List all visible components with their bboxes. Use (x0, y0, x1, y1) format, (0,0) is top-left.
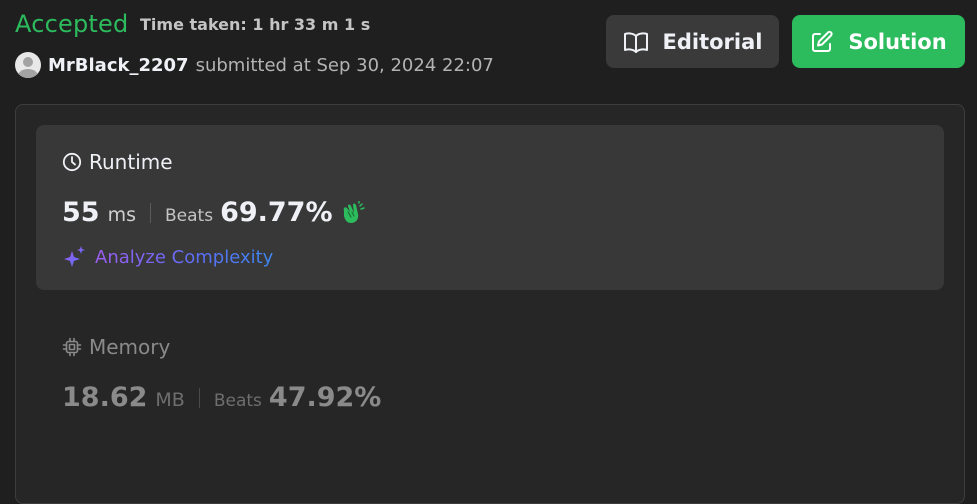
username-link[interactable]: MrBlack_2207 (48, 55, 189, 76)
memory-title-label: Memory (89, 335, 171, 359)
runtime-beats-label: Beats (165, 206, 214, 226)
submitted-time: submitted at Sep 30, 2024 22:07 (195, 54, 494, 76)
chip-icon (62, 337, 82, 357)
avatar[interactable] (15, 52, 41, 78)
edit-icon (812, 30, 833, 52)
memory-unit: MB (155, 389, 185, 411)
clapping-hands-icon (343, 200, 365, 223)
analyze-complexity-link[interactable]: Analyze Complexity (62, 245, 273, 269)
submission-info: MrBlack_2207 submitted at Sep 30, 2024 2… (15, 52, 494, 78)
memory-metrics: 18.62 MB Beats 47.92% (62, 382, 381, 413)
runtime-value: 55 (62, 197, 100, 228)
metric-divider (150, 202, 151, 223)
editorial-button[interactable]: Editorial (606, 15, 779, 68)
time-taken: Time taken: 1 hr 33 m 1 s (140, 15, 371, 34)
runtime-unit: ms (107, 204, 136, 226)
solution-label: Solution (848, 29, 947, 54)
runtime-title: Runtime (62, 150, 173, 174)
clock-icon (62, 152, 82, 172)
runtime-beats-value: 69.77% (220, 197, 333, 228)
sparkles-icon (64, 246, 85, 267)
metric-divider (198, 387, 200, 408)
book-open-icon (623, 31, 648, 53)
runtime-title-label: Runtime (89, 150, 173, 174)
runtime-metrics: 55 ms Beats 69.77% (62, 197, 365, 228)
memory-beats-value: 47.92% (268, 382, 382, 413)
memory-value: 18.62 (62, 382, 148, 413)
memory-beats-label: Beats (213, 391, 262, 411)
solution-button[interactable]: Solution (792, 15, 965, 68)
analyze-complexity-label: Analyze Complexity (95, 246, 274, 268)
editorial-label: Editorial (662, 29, 763, 54)
memory-title: Memory (62, 335, 170, 359)
status-accepted: Accepted (15, 10, 129, 38)
